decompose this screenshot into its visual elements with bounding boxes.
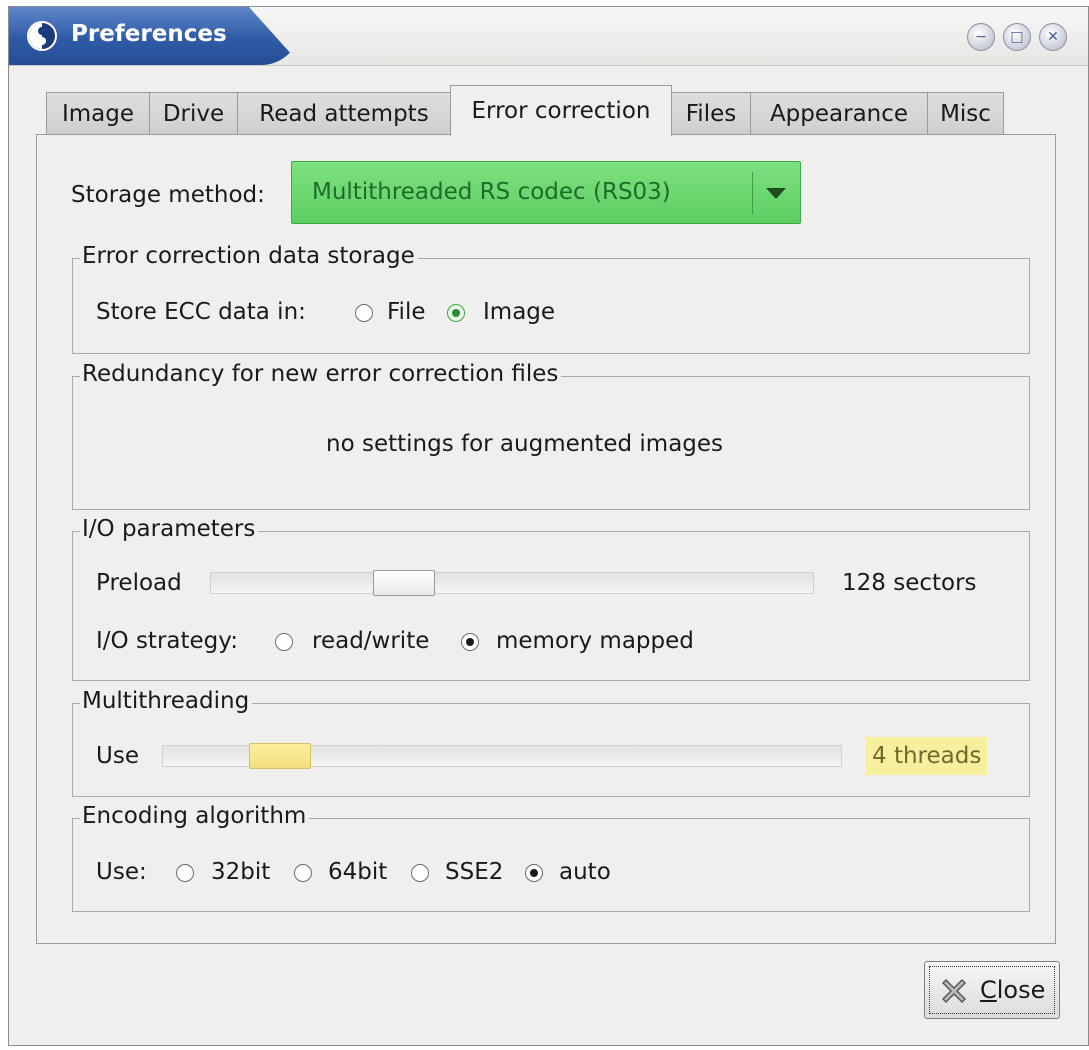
tab-files[interactable]: Files (671, 92, 751, 135)
preload-slider-handle[interactable] (373, 570, 435, 596)
minimize-icon[interactable]: − (967, 23, 995, 51)
close-button[interactable]: Close (924, 961, 1060, 1019)
window-title: Preferences (71, 21, 227, 47)
radio-file[interactable] (355, 304, 373, 322)
radio-file-label: File (387, 299, 426, 325)
radio-memory-mapped-label: memory mapped (496, 628, 694, 654)
radio-memory-mapped[interactable] (461, 633, 479, 651)
preload-value: 128 sectors (842, 570, 977, 596)
maximize-icon[interactable]: □ (1003, 23, 1031, 51)
close-mnemonic: C (980, 976, 997, 1004)
tab-image[interactable]: Image (46, 92, 150, 135)
radio-sse2-label: SSE2 (445, 859, 504, 885)
threads-slider[interactable] (162, 743, 842, 769)
combo-separator (752, 172, 753, 214)
close-button-label: Close (980, 976, 1045, 1004)
redundancy-message: no settings for augmented images (326, 431, 724, 457)
radio-image[interactable] (447, 304, 465, 322)
close-label-rest: lose (996, 976, 1046, 1004)
storage-method-label: Storage method: (71, 182, 265, 208)
radio-sse2[interactable] (411, 864, 429, 882)
chevron-down-icon (766, 188, 786, 199)
tab-appearance[interactable]: Appearance (750, 92, 928, 135)
radio-read-write-label: read/write (312, 628, 430, 654)
radio-auto[interactable] (525, 864, 543, 882)
store-ecc-label: Store ECC data in: (96, 299, 306, 325)
multithreading-frame-title: Multithreading (80, 688, 253, 714)
io-strategy-label: I/O strategy: (96, 628, 238, 654)
radio-read-write[interactable] (275, 633, 293, 651)
radio-32bit-label: 32bit (211, 859, 271, 885)
preload-slider[interactable] (210, 570, 814, 596)
io-parameters-frame-title: I/O parameters (80, 516, 259, 542)
threads-use-label: Use (96, 743, 139, 769)
encoding-use-label: Use: (96, 859, 147, 885)
window-close-icon[interactable]: ✕ (1039, 23, 1067, 51)
threads-value: 4 threads (866, 737, 988, 775)
radio-image-label: Image (483, 299, 556, 325)
ecc-storage-frame-title: Error correction data storage (80, 243, 418, 269)
tab-read-attempts[interactable]: Read attempts (237, 92, 451, 135)
redundancy-frame-title: Redundancy for new error correction file… (80, 361, 562, 387)
io-parameters-frame (72, 531, 1030, 681)
storage-method-combo[interactable]: Multithreaded RS codec (RS03) (291, 161, 801, 224)
radio-32bit[interactable] (176, 864, 194, 882)
radio-auto-label: auto (559, 859, 611, 885)
radio-64bit-label: 64bit (328, 859, 388, 885)
radio-64bit[interactable] (294, 864, 312, 882)
close-icon (941, 978, 967, 1004)
title-bar[interactable]: Preferences − □ ✕ (9, 7, 1088, 66)
tab-drive[interactable]: Drive (149, 92, 238, 135)
tab-error-correction[interactable]: Error correction (450, 85, 672, 136)
encoding-frame-title: Encoding algorithm (80, 803, 310, 829)
threads-slider-handle[interactable] (249, 743, 311, 769)
preload-label: Preload (96, 570, 182, 596)
storage-method-value: Multithreaded RS codec (RS03) (312, 179, 671, 205)
app-icon (27, 21, 57, 51)
tab-misc[interactable]: Misc (927, 92, 1004, 135)
